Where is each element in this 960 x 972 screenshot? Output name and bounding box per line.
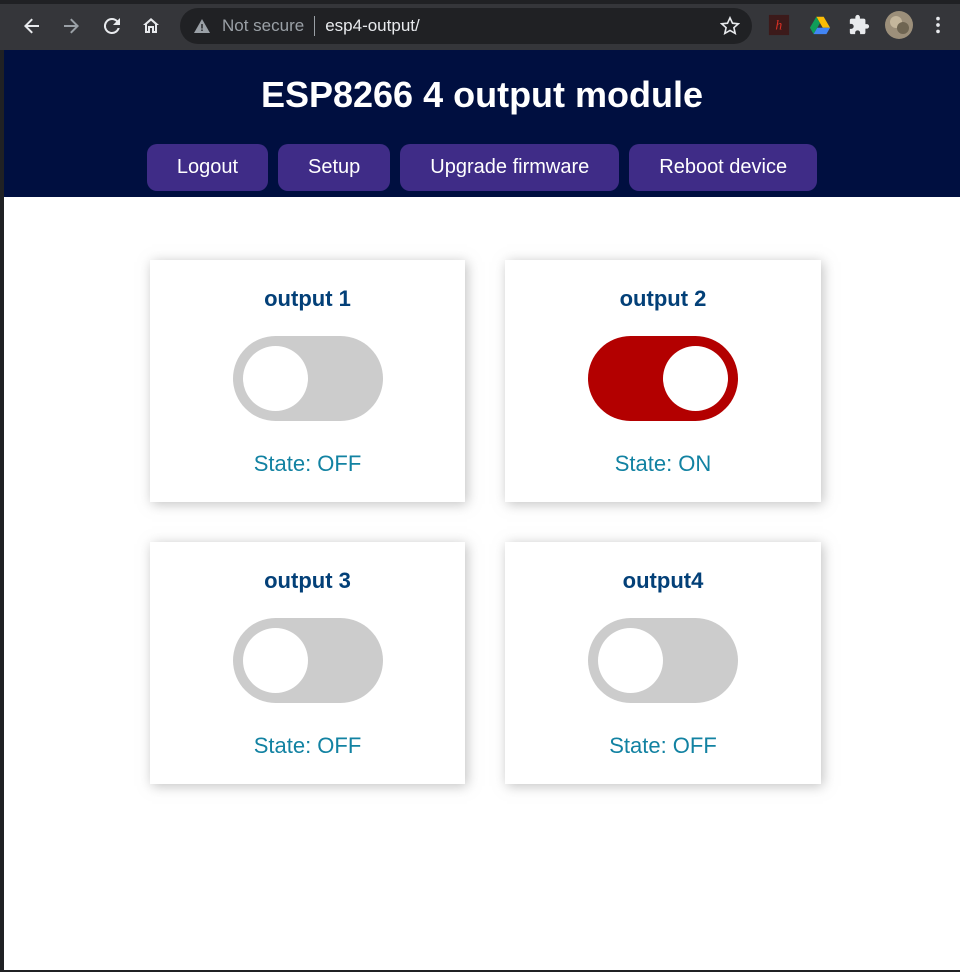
extension-h-icon[interactable]: h: [767, 13, 791, 37]
toggle-knob: [663, 346, 728, 411]
forward-icon[interactable]: [51, 6, 91, 46]
security-label: Not secure: [222, 16, 305, 35]
logout-button[interactable]: Logout: [146, 144, 269, 191]
output-title: output 3: [264, 568, 351, 593]
warning-icon: [194, 18, 210, 34]
tab-strip: [0, 0, 960, 4]
output-3-toggle[interactable]: [232, 618, 383, 703]
bookmark-star-icon[interactable]: [720, 16, 740, 36]
output-title: output 1: [264, 286, 351, 311]
output-title: output4: [622, 568, 704, 593]
setup-button[interactable]: Setup: [278, 144, 391, 191]
output-2-toggle[interactable]: [588, 336, 738, 421]
toggle-knob: [598, 628, 663, 693]
output-card-3: output 3 State: OFF: [150, 542, 465, 784]
google-drive-icon[interactable]: [808, 13, 832, 37]
extensions-puzzle-icon[interactable]: [847, 13, 871, 37]
browser-toolbar: Not secure esp4-output/ h: [0, 0, 960, 50]
address-bar[interactable]: Not secure esp4-output/: [180, 8, 752, 44]
menu-kebab-icon[interactable]: [926, 13, 950, 37]
output-card-2: output 2 State: ON: [505, 260, 821, 502]
reboot-device-button[interactable]: Reboot device: [629, 144, 818, 191]
output-state: State: OFF: [253, 451, 362, 476]
output-card-4: output4 State: OFF: [505, 542, 821, 784]
output-1-toggle[interactable]: [232, 336, 383, 421]
back-icon[interactable]: [12, 6, 52, 46]
url-text[interactable]: esp4-output/: [325, 16, 420, 36]
output-state: State: OFF: [609, 733, 717, 758]
toggle-knob: [242, 346, 308, 411]
toggle-knob: [242, 628, 308, 693]
avatar[interactable]: [885, 11, 913, 39]
output-state: State: OFF: [253, 733, 362, 758]
output-cards: output 1 State: OFF output 2 State: ON o…: [150, 260, 822, 784]
output-title: output 2: [619, 286, 707, 311]
home-icon[interactable]: [131, 6, 171, 46]
divider: [314, 16, 316, 36]
reload-icon[interactable]: [92, 6, 132, 46]
svg-text:h: h: [775, 18, 782, 33]
page-header: ESP8266 4 output module Logout Setup Upg…: [4, 50, 960, 197]
output-card-1: output 1 State: OFF: [150, 260, 465, 502]
output-state: State: ON: [614, 451, 712, 476]
top-menu: Logout Setup Upgrade firmware Reboot dev…: [4, 144, 960, 191]
page-title: ESP8266 4 output module: [260, 74, 704, 115]
output-4-toggle[interactable]: [588, 618, 738, 703]
page-content: ESP8266 4 output module Logout Setup Upg…: [4, 50, 960, 970]
upgrade-firmware-button[interactable]: Upgrade firmware: [400, 144, 620, 191]
